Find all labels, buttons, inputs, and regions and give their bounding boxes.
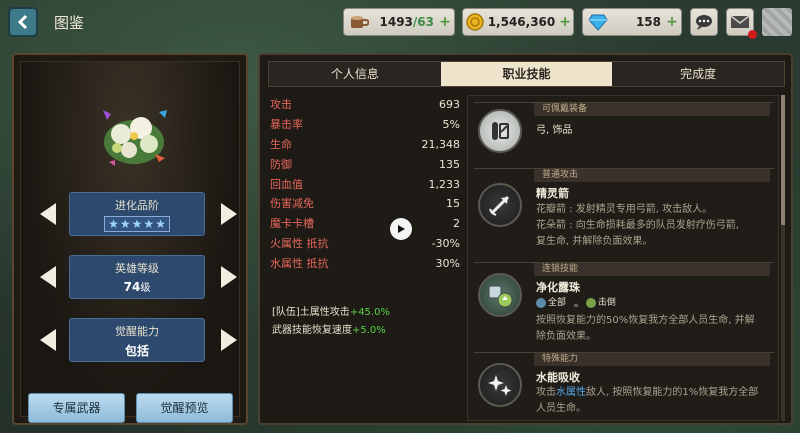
gem-counter: 158 + [582,8,682,36]
evolution-grade-box: 进化品阶 ★ ★ ★ ★ ★ [69,192,205,236]
hero-level-value: 74级 [123,280,151,294]
chevron-left-icon [17,14,28,30]
hero-level-box: 英雄等级 74级 [69,255,205,299]
stat-row: 暴击率 5% [270,117,460,131]
chat-bubble-icon [696,15,712,30]
all-target-icon [536,298,546,308]
exclusive-weapon-button[interactable]: 专属武器 [28,393,125,423]
chain-to-tag: 击倒 [585,295,616,311]
awakening-label: 觉醒能力 [115,325,159,338]
arrow-attack-icon [478,183,522,227]
skill-special: 特殊能力 水能吸收 攻击水属性敌人, 按照恢复能力的1%恢复我方全部 人员生命。 [474,352,774,420]
gold-coin-icon [463,9,488,35]
info-panel: 个人信息 职业技能 完成度 攻击 693 暴击率 5% 生命 21,348 防御 135… [258,53,793,425]
awakening-prev-arrow[interactable] [40,329,56,351]
star-icon: ★ [155,217,166,231]
tab-personal-info[interactable]: 个人信息 [269,62,441,86]
mail-button[interactable] [726,8,757,39]
play-video-button[interactable] [390,218,412,240]
skill-category-label: 普通攻击 [534,169,770,182]
play-icon [398,225,405,233]
team-bonus-line: [队伍]土属性攻击+45.0% [272,307,390,318]
tab-class-skills[interactable]: 职业技能 [440,62,613,86]
double-chevron-icon: » [573,301,579,311]
coffee-cup-icon [344,9,374,35]
hero-panel-inner: 进化品阶 ★ ★ ★ ★ ★ 英雄等级 74级 觉醒能力 包括 [20,61,240,417]
stamina-value: 1493/63 [379,15,435,29]
evolution-label: 进化品阶 [115,199,159,212]
stamina-counter: 1493/63 + [343,8,455,36]
skill-description: 花瓣箭 : 发射精灵专用弓箭, 攻击敌人。 花朵箭 : 向生命损耗最多的队员发射… [536,204,739,247]
awakening-value: 包括 [124,344,149,358]
star-icon: ★ [131,217,143,231]
back-button[interactable] [8,7,38,37]
weapon-skill-bonus-line: 武器技能恢复速度+5.0% [272,325,386,336]
top-bar: 图鉴 1493/63 + 1,546,360 + 158 + [0,0,800,44]
skill-category-label: 可佩戴装备 [534,103,770,116]
level-next-arrow[interactable] [221,266,237,288]
equip-types: 弓, 饰品 [536,125,573,136]
gold-value: 1,546,360 [487,15,556,29]
skill-equip: 可佩戴装备 弓, 饰品 [474,102,774,164]
sparkle-icon [478,363,522,407]
evolution-stars: ★ ★ ★ ★ ★ [104,216,170,232]
tab-completion[interactable]: 完成度 [612,62,784,86]
skills-list[interactable]: 可佩戴装备 弓, 饰品 普通攻击 精灵箭 花瓣箭 : 发射精灵专用弓箭, 攻击敌… [467,95,779,421]
stat-row: 魔卡卡槽 2 [270,217,460,231]
skill-chain: 连锁技能 净化露珠 全部 » 击倒 按照恢复能力的50%恢复我方全部人员生命, … [474,262,774,348]
skill-description: 攻击水属性敌人, 按照恢复能力的1%恢复我方全部 人员生命。 [536,387,759,414]
stat-row: 攻击 693 [270,98,460,111]
knockdown-icon [585,298,596,308]
awakening-box: 觉醒能力 包括 [69,318,205,362]
page-title: 图鉴 [54,15,85,32]
stats-list: 攻击 693 暴击率 5% 生命 21,348 防御 135 回血值 1,233 伤害减免… [270,95,460,274]
awaken-preview-button[interactable]: 觉醒预览 [136,393,233,423]
stat-row: 伤害减免 15 [270,197,460,211]
skill-name: 水能吸收 [536,371,580,384]
skills-scrollbar[interactable] [781,95,785,421]
level-prev-arrow[interactable] [40,266,56,288]
hero-panel: 进化品阶 ★ ★ ★ ★ ★ 英雄等级 74级 觉醒能力 包括 专属武器 觉醒预… [12,53,248,425]
star-icon: ★ [119,217,131,231]
add-stamina-button[interactable]: + [438,14,452,30]
skill-name: 净化露珠 [536,281,580,294]
chain-tags: 全部 » 击倒 [536,295,770,314]
hero-level-label: 英雄等级 [115,262,159,275]
chain-skill-icon [478,273,522,317]
skill-category-label: 连锁技能 [534,263,770,276]
skill-category-label: 特殊能力 [534,353,770,366]
skill-normal-attack: 普通攻击 精灵箭 花瓣箭 : 发射精灵专用弓箭, 攻击敌人。 花朵箭 : 向生命… [474,168,774,258]
gold-counter: 1,546,360 + [462,8,574,36]
tab-bar: 个人信息 职业技能 完成度 [268,61,785,87]
star-icon: ★ [108,217,119,231]
equipment-icon [478,109,522,153]
hero-portrait [103,110,167,166]
add-gold-button[interactable]: + [559,14,571,30]
chat-button[interactable] [690,8,718,36]
scrollbar-thumb[interactable] [781,95,785,225]
chain-from-tag: 全部 [536,295,566,311]
gem-value: 158 [635,15,661,29]
stat-row: 生命 21,348 [270,137,460,151]
evolution-next-arrow[interactable] [221,203,237,225]
diamond-icon [583,9,613,35]
evolution-prev-arrow[interactable] [40,203,56,225]
skill-description: 按照恢复能力的50%恢复我方全部人员生命, 并解 除负面效果。 [536,315,755,342]
avatar[interactable] [762,8,792,36]
add-gem-button[interactable]: + [665,14,679,30]
awakening-next-arrow[interactable] [221,329,237,351]
notification-dot [748,30,757,39]
stat-row: 防御 135 [270,157,460,171]
stat-row: 火属性 抵抗 -30% [270,237,460,251]
stat-row: 回血值 1,233 [270,177,460,191]
envelope-icon [730,15,750,28]
skill-name: 精灵箭 [536,187,569,200]
stat-row: 水属性 抵抗 30% [270,257,460,271]
star-icon: ★ [143,217,155,231]
